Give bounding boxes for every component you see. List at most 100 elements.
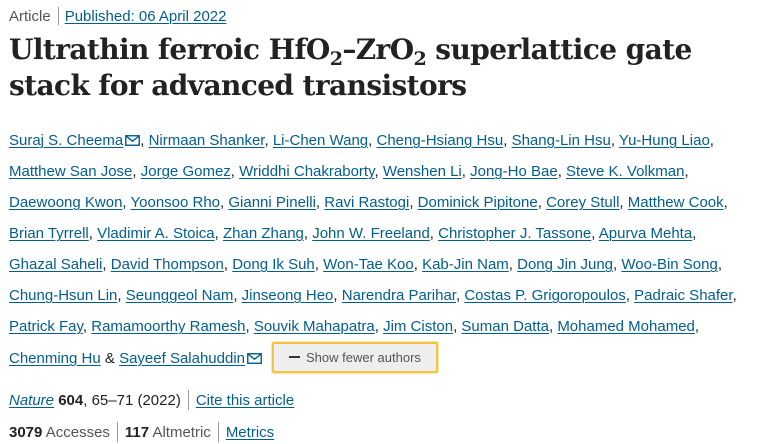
author-link[interactable]: Ravi Rastogi [324, 194, 409, 211]
author-link[interactable]: Wenshen Li [383, 163, 462, 180]
author-separator: , [368, 132, 373, 149]
author-item: Brian Tyrrell, [9, 225, 93, 242]
author-link[interactable]: John W. Freeland [312, 225, 430, 242]
author-item: Ramamoorthy Ramesh, [91, 318, 249, 335]
author-link[interactable]: Vladimir A. Stoica [97, 225, 215, 242]
author-link[interactable]: Costas P. Grigoropoulos [464, 287, 625, 304]
author-link[interactable]: Seunggeol Nam [126, 287, 234, 304]
author-link[interactable]: Ghazal Saheli [9, 256, 102, 273]
author-link[interactable]: Jinseong Heo [242, 287, 334, 304]
author-link[interactable]: Zhan Zhang [223, 225, 304, 242]
author-separator: , [591, 225, 596, 242]
author-link[interactable]: Dominick Pipitone [418, 194, 538, 211]
envelope-icon[interactable] [125, 135, 141, 146]
author-link[interactable]: Sayeef Salahuddin [119, 350, 245, 367]
author-item: Daewoong Kwon, [9, 194, 127, 211]
author-link[interactable]: Jorge Gomez [141, 163, 231, 180]
author-separator: , [548, 318, 554, 335]
author-separator: , [717, 256, 722, 273]
author-item: Matthew Cook, [628, 194, 728, 211]
metrics-divider-2 [217, 422, 219, 442]
author-link[interactable]: Jong-Ho Bae [470, 163, 558, 180]
title-part-1: Ultrathin ferroic HfO [9, 33, 330, 66]
author-link[interactable]: Brian Tyrrell [9, 225, 89, 242]
metrics-link[interactable]: Metrics [226, 424, 274, 441]
author-item: Chenming Hu [9, 350, 101, 367]
author-link[interactable]: Gianni Pinelli [228, 194, 316, 211]
author-separator: , [122, 194, 127, 211]
author-separator: , [333, 287, 338, 304]
cite-this-article-link[interactable]: Cite this article [196, 392, 294, 409]
author-item: Shang-Lin Hsu, [512, 132, 615, 149]
author-separator: , [230, 163, 235, 180]
author-link[interactable]: Yoonsoo Rho [131, 194, 221, 211]
author-separator: , [537, 194, 542, 211]
author-link[interactable]: Jim Ciston [383, 318, 453, 335]
altmetric-count: 117 [124, 424, 150, 441]
author-item: Christopher J. Tassone, [438, 225, 595, 242]
author-separator: , [409, 194, 414, 211]
author-link[interactable]: Suman Datta [461, 318, 549, 335]
author-link[interactable]: Padraic Shafer [634, 287, 732, 304]
minus-icon [289, 356, 301, 358]
envelope-icon[interactable] [247, 353, 262, 364]
author-item: Matthew San Jose, [9, 163, 137, 180]
article-type: Article [9, 8, 51, 25]
author-link[interactable]: Li-Chen Wang [273, 132, 368, 149]
author-item: Woo-Bin Song, [621, 256, 722, 273]
author-item: Chung-Hsun Lin, [9, 287, 122, 304]
author-separator: , [223, 256, 229, 273]
author-item: Suraj S. Cheema, [9, 132, 144, 149]
author-link[interactable]: Apurva Mehta [599, 225, 692, 242]
author-item: Jinseong Heo, [242, 287, 338, 304]
author-separator: , [557, 163, 562, 180]
author-separator: , [264, 132, 269, 149]
journal-link[interactable]: Nature [9, 392, 54, 409]
metrics-divider-1 [116, 422, 118, 442]
author-item: Gianni Pinelli, [228, 194, 320, 211]
author-link[interactable]: Dong Ik Suh [232, 256, 315, 273]
author-link[interactable]: Corey Stull [546, 194, 619, 211]
author-link[interactable]: Dong Jin Jung [517, 256, 613, 273]
author-link[interactable]: Matthew Cook [628, 194, 724, 211]
author-link[interactable]: Chenming Hu [9, 350, 101, 367]
author-link[interactable]: Woo-Bin Song [621, 256, 717, 273]
author-link[interactable]: David Thompson [111, 256, 224, 273]
author-item: Zhan Zhang, [223, 225, 308, 242]
show-fewer-authors-button[interactable]: Show fewer authors [272, 342, 438, 373]
author-separator: , [692, 225, 697, 242]
author-list: Suraj S. Cheema, Nirmaan Shanker, Li-Che… [9, 125, 761, 374]
author-link[interactable]: Daewoong Kwon [9, 194, 122, 211]
author-item: Dong Ik Suh, [232, 256, 319, 273]
author-item: Suman Datta, [461, 318, 553, 335]
author-link[interactable]: Mohamed Mohamed [557, 318, 695, 335]
author-link[interactable]: Suraj S. Cheema [9, 132, 123, 149]
author-link[interactable]: Cheng-Hsiang Hsu [377, 132, 504, 149]
author-separator: , [374, 163, 379, 180]
author-separator: , [117, 287, 122, 304]
author-item: Steve K. Volkman, [566, 163, 689, 180]
author-separator: , [503, 132, 508, 149]
author-item: Wriddhi Chakraborty, [239, 163, 379, 180]
author-separator: , [140, 132, 145, 149]
published-date-link[interactable]: Published: 06 April 2022 [65, 8, 227, 25]
author-link[interactable]: Kab-Jin Nam [422, 256, 509, 273]
author-separator: , [315, 194, 321, 211]
author-link[interactable]: Steve K. Volkman [566, 163, 684, 180]
author-link[interactable]: Matthew San Jose [9, 163, 132, 180]
altmetric-label: Altmetric [152, 424, 211, 441]
author-link[interactable]: Won-Tae Koo [323, 256, 414, 273]
author-link[interactable]: Nirmaan Shanker [149, 132, 265, 149]
author-link[interactable]: Yu-Hung Liao [619, 132, 710, 149]
author-item: Yu-Hung Liao, [619, 132, 714, 149]
author-link[interactable]: Wriddhi Chakraborty [239, 163, 374, 180]
author-item: Narendra Parihar, [342, 287, 460, 304]
author-link[interactable]: Christopher J. Tassone [438, 225, 591, 242]
author-link[interactable]: Chung-Hsun Lin [9, 287, 117, 304]
author-link[interactable]: Narendra Parihar [342, 287, 456, 304]
author-link[interactable]: Ramamoorthy Ramesh [91, 318, 245, 335]
author-item: Vladimir A. Stoica, [97, 225, 219, 242]
author-link[interactable]: Shang-Lin Hsu [512, 132, 611, 149]
author-link[interactable]: Souvik Mahapatra [254, 318, 375, 335]
author-link[interactable]: Patrick Fay [9, 318, 83, 335]
